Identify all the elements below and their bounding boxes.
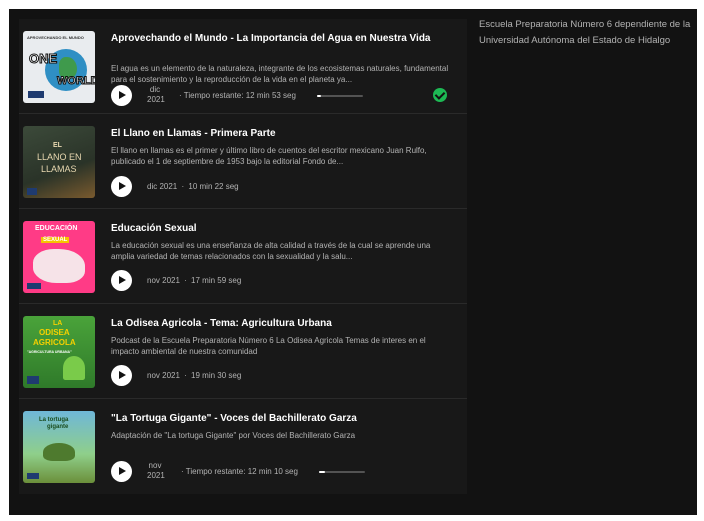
episode-duration: 10 min 22 seg	[188, 182, 239, 191]
cover-word-odisea: ODISEA	[39, 328, 70, 337]
time-remaining-text: Tiempo restante: 12 min 10 seg	[185, 467, 298, 476]
episode-cover: EDUCACIÓN SEXUAL	[23, 221, 95, 293]
episode-row[interactable]: La tortuga gigante "La Tortuga Gigante" …	[19, 399, 467, 494]
cover-word-world: WORLD	[57, 75, 95, 88]
progress-bar[interactable]	[317, 95, 363, 97]
progress-fill	[317, 95, 321, 97]
episode-description: Podcast de la Escuela Preparatoria Númer…	[111, 336, 426, 356]
episode-meta: nov 2021 · 19 min 30 seg	[147, 371, 242, 380]
cover-word-llamas: LLAMAS	[41, 164, 77, 174]
time-remaining-text: Tiempo restante: 12 min 53 seg	[183, 91, 296, 100]
completed-check-icon	[433, 88, 447, 102]
episode-date: nov 2021	[147, 461, 165, 481]
cover-word-la: LA	[53, 320, 63, 327]
episode-description: El agua es un elemento de la naturaleza,…	[111, 64, 449, 84]
play-button[interactable]	[111, 270, 132, 291]
cover-word-el: EL	[53, 142, 62, 149]
episode-row[interactable]: EL LLANO EN LLAMAS El Llano en Llamas - …	[19, 114, 467, 209]
episode-description: Adaptación de "La tortuga Gigante" por V…	[111, 431, 356, 440]
episode-duration: 17 min 59 seg	[191, 276, 242, 285]
cover-word-tortuga: La tortuga	[39, 417, 69, 423]
play-button[interactable]	[111, 365, 132, 386]
plant-illustration	[63, 356, 85, 380]
cover-word-llano: LLANO EN	[37, 152, 82, 162]
logo-badge	[28, 91, 44, 98]
date-year: 2021	[147, 471, 165, 480]
episode-description: El llano en llamas es el primer y último…	[111, 146, 427, 166]
turtle-illustration	[43, 443, 75, 461]
cover-word-gigante: gigante	[47, 424, 69, 430]
episode-date: nov 2021	[147, 276, 180, 285]
episode-meta: nov 2021 · 17 min 59 seg	[147, 276, 242, 285]
cover-word-one: ONE	[28, 51, 58, 67]
cover-word-sexual: SEXUAL	[41, 237, 70, 243]
episode-date: dic 2021	[147, 182, 178, 191]
episode-title[interactable]: "La Tortuga Gigante" - Voces del Bachill…	[111, 411, 431, 426]
play-button[interactable]	[111, 461, 132, 482]
episode-duration: 19 min 30 seg	[191, 371, 242, 380]
logo-badge	[27, 376, 39, 384]
logo-badge	[27, 283, 41, 289]
play-button[interactable]	[111, 176, 132, 197]
episode-meta: dic 2021 · 10 min 22 seg	[147, 182, 239, 191]
episode-title[interactable]: Aprovechando el Mundo - La Importancia d…	[111, 31, 431, 46]
episode-description: La educación sexual es una enseñanza de …	[111, 241, 431, 261]
cover-caption: APROVECHANDO EL MUNDO	[27, 35, 84, 40]
play-button[interactable]	[111, 85, 132, 106]
cover-subtitle: "AGRICULTURA URBANA"	[27, 350, 72, 354]
logo-badge	[27, 473, 39, 479]
episode-date: dic 2021	[147, 85, 165, 105]
progress-fill	[319, 471, 325, 473]
hands-illustration	[33, 249, 85, 283]
episode-date: nov 2021	[147, 371, 180, 380]
cover-word-agricola: AGRICOLA	[33, 338, 76, 347]
episode-cover: EL LLANO EN LLAMAS	[23, 126, 95, 198]
logo-badge	[27, 188, 37, 195]
episode-row[interactable]: LA ODISEA AGRICOLA "AGRICULTURA URBANA" …	[19, 304, 467, 399]
episode-title[interactable]: La Odisea Agricola - Tema: Agricultura U…	[111, 316, 431, 331]
date-year: 2021	[147, 95, 165, 104]
episode-title[interactable]: Educación Sexual	[111, 221, 431, 236]
cover-word-educacion: EDUCACIÓN	[35, 225, 78, 232]
episode-cover: LA ODISEA AGRICOLA "AGRICULTURA URBANA"	[23, 316, 95, 388]
time-remaining: · Tiempo restante: 12 min 53 seg	[179, 91, 296, 100]
episode-row[interactable]: EDUCACIÓN SEXUAL Educación Sexual La edu…	[19, 209, 467, 304]
progress-bar[interactable]	[319, 471, 365, 473]
date-month: dic	[149, 85, 161, 94]
podcast-window: APROVECHANDO EL MUNDO ONE WORLD Aprovech…	[9, 9, 697, 515]
time-remaining: · Tiempo restante: 12 min 10 seg	[181, 467, 298, 476]
episode-title[interactable]: El Llano en Llamas - Primera Parte	[111, 126, 431, 141]
episode-cover: APROVECHANDO EL MUNDO ONE WORLD	[23, 31, 95, 103]
episode-list: APROVECHANDO EL MUNDO ONE WORLD Aprovech…	[19, 19, 467, 494]
episode-cover: La tortuga gigante	[23, 411, 95, 483]
date-month: nov	[148, 461, 162, 470]
episode-row[interactable]: APROVECHANDO EL MUNDO ONE WORLD Aprovech…	[19, 19, 467, 114]
show-description: Escuela Preparatoria Número 6 dependient…	[479, 19, 691, 46]
